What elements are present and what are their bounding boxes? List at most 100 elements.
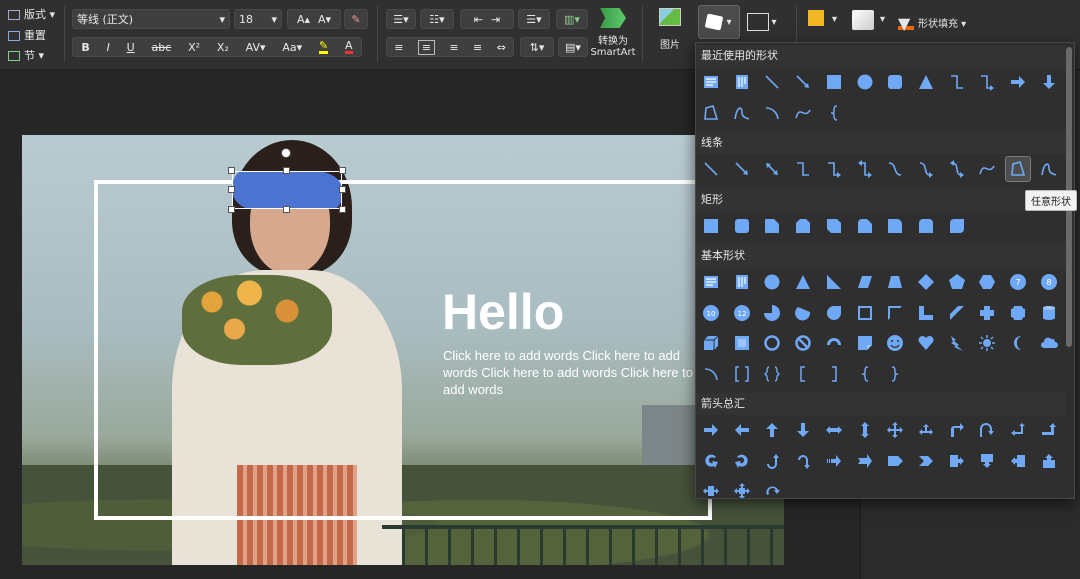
frame-icon[interactable] — [852, 300, 878, 326]
text-box-icon[interactable] — [698, 69, 724, 95]
quick-styles-button[interactable]: ▾ — [850, 10, 890, 34]
bent-up-arrow-icon[interactable] — [1036, 417, 1062, 443]
snip-diagonal-icon[interactable] — [821, 213, 847, 239]
smiley-face-icon[interactable] — [882, 330, 908, 356]
left-right-up-arrow-icon[interactable] — [913, 417, 939, 443]
dodecagon-icon[interactable]: 12 — [729, 300, 755, 326]
distributed-icon[interactable]: ⇔ — [497, 41, 506, 54]
underline-icon[interactable]: U — [127, 41, 135, 54]
section-button[interactable]: 节 ▾ — [8, 47, 44, 63]
right-brace-icon[interactable] — [882, 361, 908, 387]
trapezoid-icon[interactable] — [882, 269, 908, 295]
resize-handle[interactable] — [283, 167, 290, 174]
right-arrow-icon[interactable] — [698, 417, 724, 443]
left-right-arrow-icon[interactable] — [821, 417, 847, 443]
clear-format-button[interactable]: ✎ — [344, 9, 368, 29]
subscript-icon[interactable]: X₂ — [217, 41, 229, 54]
l-shape-icon[interactable] — [913, 300, 939, 326]
snip-round-single-icon[interactable] — [852, 213, 878, 239]
moon-icon[interactable] — [1005, 330, 1031, 356]
oval-icon[interactable] — [759, 269, 785, 295]
smartart-button[interactable]: 转换为 SmartArt — [590, 8, 636, 58]
curved-arrow-connector-icon[interactable] — [913, 156, 939, 182]
quad-arrow-icon[interactable] — [882, 417, 908, 443]
reset-button[interactable]: 重置 — [8, 27, 46, 43]
quad-arrow-callout-icon[interactable] — [729, 478, 755, 498]
vertical-text-box-icon[interactable] — [729, 269, 755, 295]
align-right-icon[interactable]: ≡ — [449, 41, 458, 54]
chevron-icon[interactable] — [913, 448, 939, 474]
up-arrow-callout-icon[interactable] — [1036, 448, 1062, 474]
bent-arrow-icon[interactable] — [944, 417, 970, 443]
left-right-arrow-callout-icon[interactable] — [698, 478, 724, 498]
u-turn-arrow-icon[interactable] — [974, 417, 1000, 443]
line-icon[interactable] — [698, 156, 724, 182]
curve-icon[interactable] — [974, 156, 1000, 182]
lightning-bolt-icon[interactable] — [944, 330, 970, 356]
elbow-arrow-connector-icon[interactable] — [821, 156, 847, 182]
right-arrow-icon[interactable] — [1005, 69, 1031, 95]
arrow-line-icon[interactable] — [729, 156, 755, 182]
scribble-icon[interactable] — [729, 100, 755, 126]
teardrop-icon[interactable] — [821, 300, 847, 326]
line-icon[interactable] — [759, 69, 785, 95]
resize-handle[interactable] — [283, 206, 290, 213]
textbox-button[interactable]: ▾ — [744, 8, 780, 36]
font-grow-shrink[interactable]: A▴ A▾ — [287, 9, 341, 29]
round-same-side-icon[interactable] — [913, 213, 939, 239]
bold-icon[interactable]: B — [81, 41, 89, 54]
arc-icon[interactable] — [698, 361, 724, 387]
left-brace-icon[interactable] — [821, 100, 847, 126]
rounded-rectangle-icon[interactable] — [882, 69, 908, 95]
snip-single-corner-icon[interactable] — [759, 213, 785, 239]
can-icon[interactable] — [1036, 300, 1062, 326]
snip-same-side-icon[interactable] — [790, 213, 816, 239]
rotate-handle[interactable] — [281, 148, 291, 158]
slide-body-text[interactable]: Click here to add words Click here to ad… — [443, 347, 693, 398]
shrink-font-icon[interactable]: A▾ — [318, 13, 331, 26]
scribble-icon[interactable] — [1036, 156, 1062, 182]
columns-button[interactable]: ▥▾ — [556, 9, 588, 29]
text-direction-button[interactable]: ⇅▾ — [520, 37, 554, 57]
diagonal-stripe-icon[interactable] — [944, 300, 970, 326]
curve-icon[interactable] — [790, 100, 816, 126]
half-frame-icon[interactable] — [882, 300, 908, 326]
freeform-icon[interactable] — [1005, 156, 1031, 182]
pentagon-icon[interactable] — [944, 269, 970, 295]
round-diagonal-icon[interactable] — [944, 213, 970, 239]
up-down-arrow-icon[interactable] — [852, 417, 878, 443]
pentagon-arrow-icon[interactable] — [882, 448, 908, 474]
numbering-button[interactable]: ☷▾ — [420, 9, 454, 29]
resize-handle[interactable] — [339, 167, 346, 174]
parallelogram-icon[interactable] — [852, 269, 878, 295]
italic-icon[interactable]: I — [107, 41, 110, 54]
hexagon-icon[interactable] — [974, 269, 1000, 295]
slide-title[interactable]: Hello — [442, 283, 564, 341]
double-brace-icon[interactable] — [759, 361, 785, 387]
slide[interactable]: Hello Click here to add words Click here… — [22, 135, 784, 565]
heptagon-icon[interactable]: 7 — [1005, 269, 1031, 295]
strikethrough-icon[interactable]: abc — [152, 41, 172, 54]
right-triangle-icon[interactable] — [821, 269, 847, 295]
resize-handle[interactable] — [339, 206, 346, 213]
curved-left-arrow-icon[interactable] — [729, 448, 755, 474]
down-arrow-callout-icon[interactable] — [974, 448, 1000, 474]
curved-connector-icon[interactable] — [882, 156, 908, 182]
font-name-select[interactable]: 等线 (正文) ▾ — [72, 9, 230, 29]
superscript-icon[interactable]: X² — [188, 41, 200, 54]
striped-right-arrow-icon[interactable] — [821, 448, 847, 474]
notched-right-arrow-icon[interactable] — [852, 448, 878, 474]
double-bracket-icon[interactable] — [729, 361, 755, 387]
curved-down-arrow-icon[interactable] — [790, 448, 816, 474]
circular-arrow-icon[interactable] — [759, 478, 785, 498]
sun-icon[interactable] — [974, 330, 1000, 356]
diamond-icon[interactable] — [913, 269, 939, 295]
highlight-icon[interactable]: ✎ — [318, 40, 329, 54]
left-bracket-icon[interactable] — [790, 361, 816, 387]
no-symbol-icon[interactable] — [790, 330, 816, 356]
block-arc-icon[interactable] — [821, 330, 847, 356]
resize-handle[interactable] — [228, 206, 235, 213]
arrange-button[interactable]: ▾ — [806, 10, 842, 34]
elbow-double-arrow-icon[interactable] — [852, 156, 878, 182]
octagon-icon[interactable]: 8 — [1036, 269, 1062, 295]
